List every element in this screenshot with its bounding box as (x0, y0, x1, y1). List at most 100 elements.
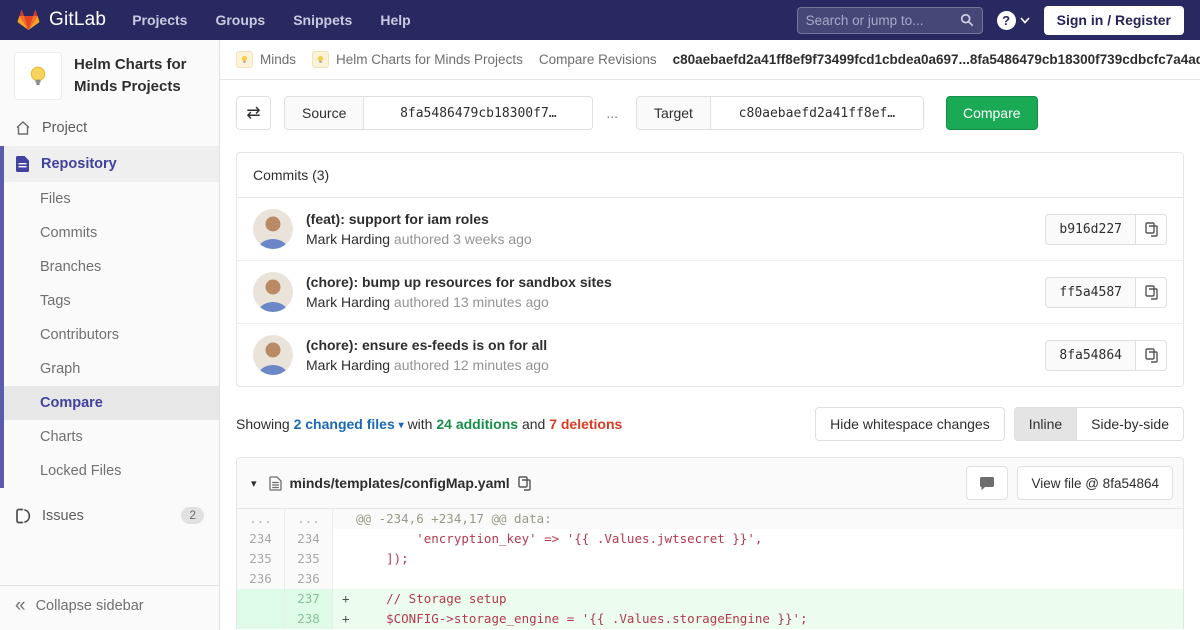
sidebar-item-charts[interactable]: Charts (4, 420, 219, 454)
document-icon (16, 156, 29, 172)
project-title: Helm Charts for Minds Projects (74, 56, 187, 95)
sidebar-item-tags[interactable]: Tags (4, 284, 219, 318)
compare-button[interactable]: Compare (945, 96, 1038, 130)
sidebar-item-commits[interactable]: Commits (4, 216, 219, 250)
commit-author[interactable]: Mark Harding (306, 231, 390, 247)
sidebar-item-issues[interactable]: Issues 2 (0, 497, 219, 534)
chevron-down-icon (1020, 16, 1030, 24)
diff-context-row: 235 235 ]); (237, 549, 1183, 569)
project-header[interactable]: Helm Charts for Minds Projects (0, 40, 219, 110)
search-input[interactable] (805, 12, 954, 28)
copy-sha-button[interactable] (1135, 276, 1167, 308)
commit-author[interactable]: Mark Harding (306, 294, 390, 310)
project-sidebar: Helm Charts for Minds Projects Project R… (0, 40, 220, 630)
commit-time: authored 12 minutes ago (393, 357, 549, 373)
breadcrumb-item-project[interactable]: Helm Charts for Minds Projects (336, 52, 523, 67)
sidebar-item-contributors[interactable]: Contributors (4, 318, 219, 352)
old-line-number[interactable]: ... (237, 509, 285, 529)
old-line-number[interactable] (237, 589, 285, 609)
diff-code: $CONFIG->storage_engine = '{{ .Values.st… (356, 611, 808, 626)
question-icon: ? (996, 10, 1016, 30)
project-avatar (14, 52, 62, 100)
old-line-number[interactable]: 234 (237, 529, 285, 549)
hide-whitespace-button[interactable]: Hide whitespace changes (815, 407, 1005, 441)
sidebar-item-locked-files[interactable]: Locked Files (4, 454, 219, 488)
sidebar-item-label: Project (42, 120, 88, 136)
breadcrumb: Minds Helm Charts for Minds Projects Com… (220, 40, 1200, 80)
sidebar-item-graph[interactable]: Graph (4, 352, 219, 386)
old-line-number[interactable] (237, 609, 285, 629)
sidebar-item-repository[interactable]: Repository (4, 146, 219, 182)
new-line-number[interactable]: 234 (285, 529, 333, 549)
commit-title[interactable]: (chore): bump up resources for sandbox s… (306, 274, 612, 290)
collapse-label: Collapse sidebar (35, 598, 144, 614)
breadcrumb-current-range: c80aebaefd2a41ff8ef9f73499fcd1cbdea0a697… (672, 52, 1200, 67)
comment-on-file-button[interactable] (966, 466, 1009, 500)
sidebar-item-branches[interactable]: Branches (4, 250, 219, 284)
side-by-side-view-button[interactable]: Side-by-side (1077, 407, 1184, 441)
diff-code: @@ -234,6 +234,17 @@ data: (356, 511, 552, 526)
new-line-number[interactable]: 238 (285, 609, 333, 629)
breadcrumb-item-minds[interactable]: Minds (260, 52, 296, 67)
new-line-number[interactable]: 235 (285, 549, 333, 569)
copy-sha-button[interactable] (1135, 339, 1167, 371)
commit-author[interactable]: Mark Harding (306, 357, 390, 373)
commit-sha[interactable]: b916d227 (1045, 213, 1135, 245)
diff-file-path[interactable]: minds/templates/configMap.yaml (290, 475, 510, 491)
new-line-number[interactable]: ... (285, 509, 333, 529)
commit-title[interactable]: (feat): support for iam roles (306, 211, 532, 227)
commit-sha[interactable]: 8fa54864 (1045, 339, 1135, 371)
nav-link-help[interactable]: Help (380, 12, 410, 28)
commit-title[interactable]: (chore): ensure es-feeds is on for all (306, 337, 549, 353)
view-file-button[interactable]: View file @ 8fa54864 (1017, 466, 1173, 500)
sidebar-item-compare[interactable]: Compare (4, 386, 219, 420)
brand-text: GitLab (49, 9, 107, 30)
gitlab-logo[interactable]: GitLab (16, 8, 106, 32)
nav-link-groups[interactable]: Groups (215, 12, 265, 28)
target-ref-group: Target (636, 96, 924, 130)
collapse-diff-caret[interactable]: ▾ (247, 477, 261, 490)
commit-time: authored 13 minutes ago (393, 294, 549, 310)
sidebar-item-files[interactable]: Files (4, 182, 219, 216)
group-avatar (236, 51, 253, 68)
home-icon (16, 120, 30, 135)
inline-view-button[interactable]: Inline (1013, 407, 1078, 441)
new-line-number[interactable]: 237 (285, 589, 333, 609)
target-label: Target (637, 97, 711, 129)
new-line-number[interactable]: 236 (285, 569, 333, 589)
commit-sha[interactable]: ff5a4587 (1045, 276, 1135, 308)
old-line-number[interactable]: 236 (237, 569, 285, 589)
target-ref-input[interactable] (710, 97, 923, 129)
breadcrumb-item-compare-revisions[interactable]: Compare Revisions (539, 52, 657, 67)
diff-context-row: 234 234 'encryption_key' => '{{ .Values.… (237, 529, 1183, 549)
sign-in-register-button[interactable]: Sign in / Register (1043, 5, 1184, 35)
copy-sha-button[interactable] (1135, 213, 1167, 245)
swap-arrows-icon: ⇄ (246, 103, 261, 122)
commits-panel: Commits (3) (feat): support for iam role… (236, 152, 1184, 387)
global-search[interactable] (796, 6, 983, 34)
deletions-count: 7 deletions (549, 416, 623, 432)
ref-separator: ... (606, 105, 619, 121)
diff-code: 'encryption_key' => '{{ .Values.jwtsecre… (356, 531, 763, 546)
changed-files-dropdown[interactable]: 2 changed files ▾ (294, 416, 404, 432)
nav-link-snippets[interactable]: Snippets (293, 12, 352, 28)
help-menu[interactable]: ? (996, 10, 1030, 30)
diff-view-toggle: Inline Side-by-side (1013, 407, 1184, 441)
old-line-number[interactable]: 235 (237, 549, 285, 569)
avatar[interactable] (253, 335, 293, 375)
avatar[interactable] (253, 209, 293, 249)
lightbulb-icon (30, 66, 46, 85)
commit-row: (chore): bump up resources for sandbox s… (237, 261, 1183, 324)
summary-and: and (521, 416, 546, 432)
avatar[interactable] (253, 272, 293, 312)
swap-revisions-button[interactable]: ⇄ (236, 96, 271, 130)
sidebar-item-project[interactable]: Project (0, 110, 219, 146)
copy-path-icon[interactable] (518, 475, 531, 491)
issues-count-badge: 2 (181, 507, 204, 524)
nav-link-projects[interactable]: Projects (132, 12, 187, 28)
source-ref-input[interactable] (364, 97, 593, 129)
collapse-sidebar-button[interactable]: « Collapse sidebar (0, 585, 219, 630)
compare-form: ⇄ Source ... Target Compare (220, 80, 1200, 142)
search-icon (960, 13, 974, 27)
navbar-links: Projects Groups Snippets Help (132, 12, 411, 28)
